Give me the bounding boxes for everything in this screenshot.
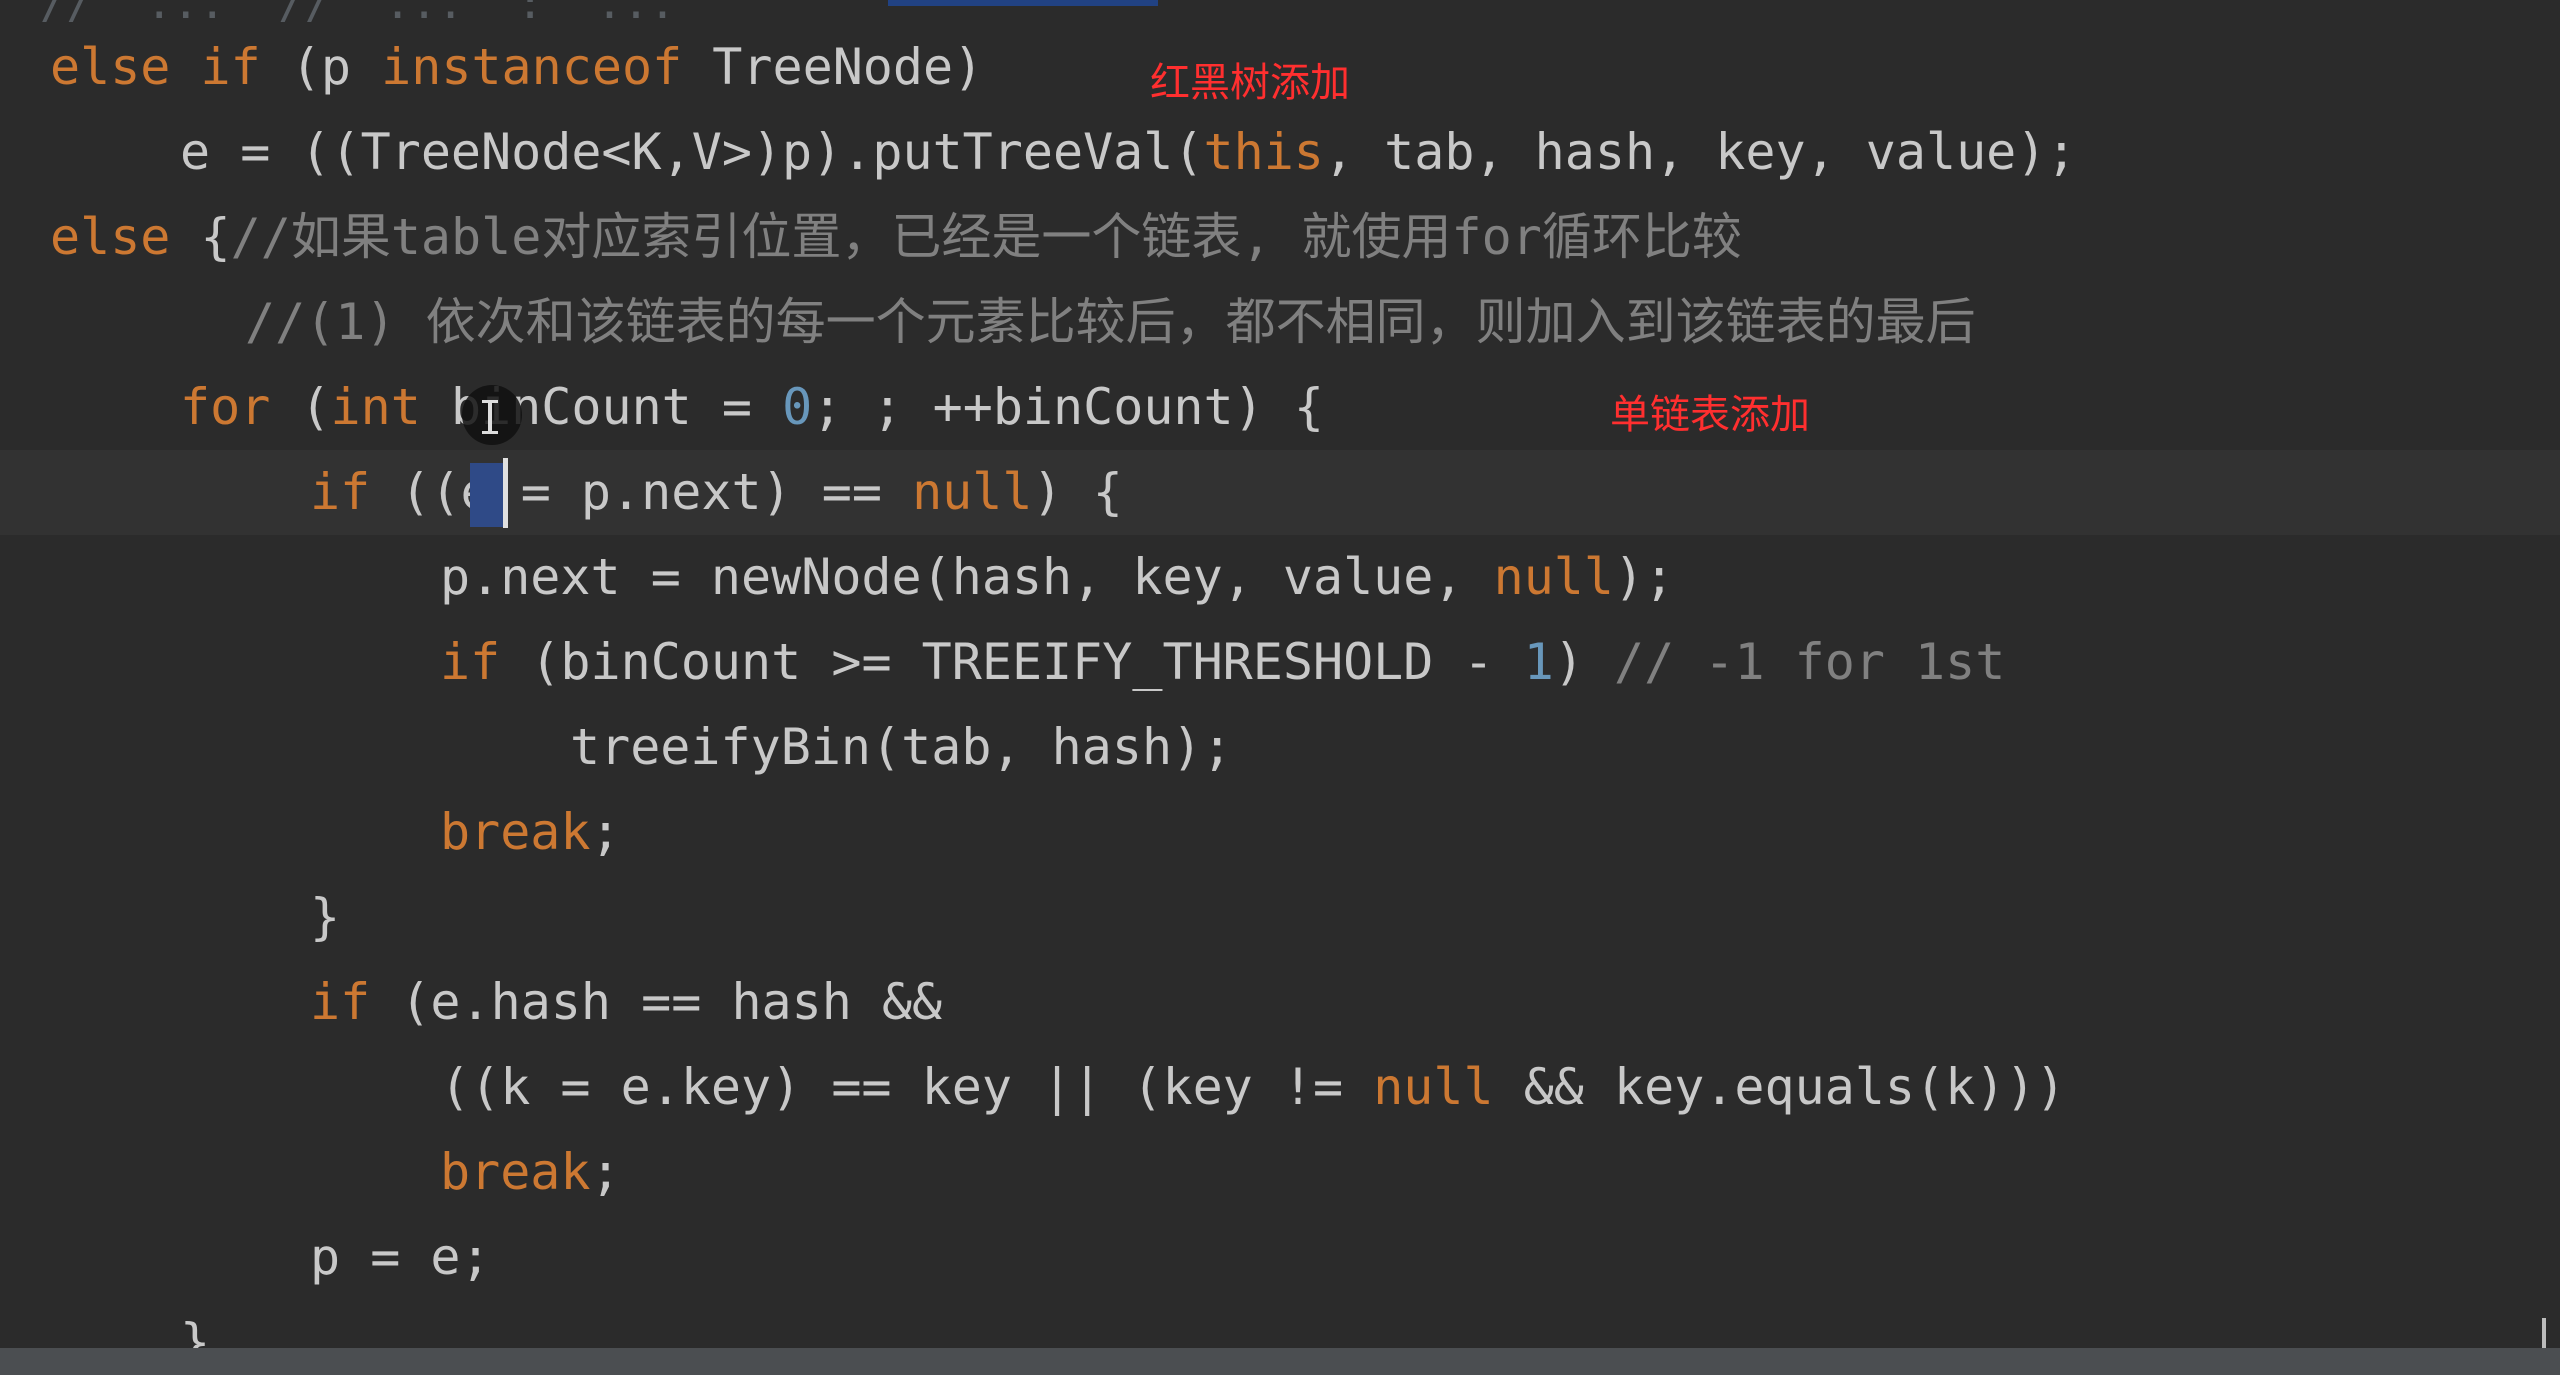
mouse-cursor-icon <box>462 385 522 445</box>
ibeam-cursor-icon <box>482 400 498 434</box>
code-line[interactable]: p = e; <box>0 1215 2560 1300</box>
code-line-text: //(1) 依次和该链表的每一个元素比较后，都不相同，则加入到该链表的最后 <box>245 280 1976 365</box>
code-line-text: for (int binCount = 0; ; ++binCount) { <box>180 365 1324 450</box>
code-token-plain: { <box>200 208 231 266</box>
code-line-text: treeifyBin(tab, hash); <box>570 705 1232 790</box>
code-token-plain: p = e; <box>310 1228 491 1286</box>
code-line-text: } <box>310 875 340 960</box>
code-token-plain: ( <box>300 378 331 436</box>
annotation-red-black-tree-add: 红黑树添加 <box>1150 60 1350 106</box>
code-token-kw: null <box>912 463 1033 521</box>
code-line-text: p.next = newNode(hash, key, value, null)… <box>440 535 1674 620</box>
code-token-kw: break <box>440 803 591 861</box>
code-token-kw: else if <box>50 38 291 96</box>
code-token-kw: null <box>1493 548 1615 606</box>
code-token-plain: ) { <box>1032 463 1123 521</box>
code-token-plain: (p <box>290 38 382 96</box>
code-token-kw: null <box>1373 1058 1524 1116</box>
code-line-text: else if (p instanceof TreeNode) <box>50 25 983 110</box>
code-line[interactable]: for (int binCount = 0; ; ++binCount) { <box>0 365 2560 450</box>
text-caret <box>503 458 508 528</box>
code-token-cmt: //(1) 依次和该链表的每一个元素比较后，都不相同，则加入到该链表的最后 <box>245 293 1976 351</box>
code-token-kw: if <box>310 973 401 1031</box>
code-token-kw: instanceof <box>381 38 713 96</box>
code-line-text: e = ((TreeNode<K,V>)p).putTreeVal(this, … <box>180 110 2077 195</box>
code-token-plain: TreeNode) <box>712 38 984 96</box>
code-line[interactable]: break; <box>0 1130 2560 1215</box>
code-line[interactable]: break; <box>0 790 2560 875</box>
code-token-cmt: //如果table对应索引位置，已经是一个链表, 就使用for循环比较 <box>230 208 1742 266</box>
code-token-plain: (binCount >= TREEIFY_THRESHOLD - <box>530 633 1524 691</box>
code-line[interactable]: if (binCount >= TREEIFY_THRESHOLD - 1) /… <box>0 620 2560 705</box>
code-line-text: else {//如果table对应索引位置，已经是一个链表, 就使用for循环比… <box>50 195 1742 280</box>
code-token-num: 1 <box>1523 633 1554 691</box>
code-token-kw: if <box>440 633 531 691</box>
code-line-text: break; <box>440 790 621 875</box>
code-line[interactable]: if (e.hash == hash && <box>0 960 2560 1045</box>
code-token-plain: p.next = newNode(hash, key, value, <box>440 548 1494 606</box>
selection-highlight-top <box>888 0 1158 6</box>
code-line-text: if (e.hash == hash && <box>310 960 942 1045</box>
code-line-text: if (binCount >= TREEIFY_THRESHOLD - 1) /… <box>440 620 2005 705</box>
code-line[interactable]: } <box>0 875 2560 960</box>
code-token-plain: ((k = e.key) == key || (key != <box>440 1058 1374 1116</box>
code-token-plain: ; ; ++binCount) { <box>812 378 1324 436</box>
horizontal-scrollbar[interactable] <box>0 1348 2560 1375</box>
code-line-text: break; <box>440 1130 621 1215</box>
code-token-cmt: // -1 for 1st <box>1614 633 2006 691</box>
code-line-text: ((k = e.key) == key || (key != null && k… <box>440 1045 2066 1130</box>
code-token-kw: for <box>180 378 301 436</box>
code-token-kw: int <box>330 378 451 436</box>
code-token-plain: ; <box>590 1143 621 1201</box>
code-token-plain: e = ((TreeNode<K,V>)p).putTreeVal( <box>180 123 1204 181</box>
code-line[interactable]: ((k = e.key) == key || (key != null && k… <box>0 1045 2560 1130</box>
code-token-plain: ); <box>1614 548 1675 606</box>
code-token-kw: break <box>440 1143 591 1201</box>
code-token-plain: , tab, hash, key, value); <box>1323 123 2077 181</box>
code-editor[interactable]: // ... // ... : ... else if (p instanceo… <box>0 0 2560 1375</box>
code-token-plain: && key.equals(k))) <box>1523 1058 2066 1116</box>
code-token-kw: if <box>310 463 401 521</box>
code-token-plain: (e.hash == hash && <box>400 973 943 1031</box>
annotation-singly-linked-list-add: 单链表添加 <box>1610 392 1810 438</box>
code-line[interactable]: //(1) 依次和该链表的每一个元素比较后，都不相同，则加入到该链表的最后 <box>0 280 2560 365</box>
code-token-plain: treeifyBin(tab, hash); <box>570 718 1233 776</box>
text-selection <box>470 463 504 527</box>
scroll-marker <box>2542 1318 2546 1348</box>
code-token-plain: ) <box>1553 633 1615 691</box>
code-line[interactable]: e = ((TreeNode<K,V>)p).putTreeVal(this, … <box>0 110 2560 195</box>
code-line[interactable]: else {//如果table对应索引位置，已经是一个链表, 就使用for循环比… <box>0 195 2560 280</box>
code-token-plain: } <box>310 888 341 946</box>
code-line[interactable]: p.next = newNode(hash, key, value, null)… <box>0 535 2560 620</box>
code-token-kw: this <box>1203 123 1324 181</box>
code-token-kw: else <box>50 208 201 266</box>
code-line-text: if ((e = p.next) == null) { <box>310 450 1123 535</box>
code-line-text: p = e; <box>310 1215 491 1300</box>
code-token-plain: ; <box>590 803 621 861</box>
code-line[interactable]: treeifyBin(tab, hash); <box>0 705 2560 790</box>
code-token-num: 0 <box>782 378 813 436</box>
code-line-current[interactable]: if ((e = p.next) == null) { <box>0 450 2560 535</box>
